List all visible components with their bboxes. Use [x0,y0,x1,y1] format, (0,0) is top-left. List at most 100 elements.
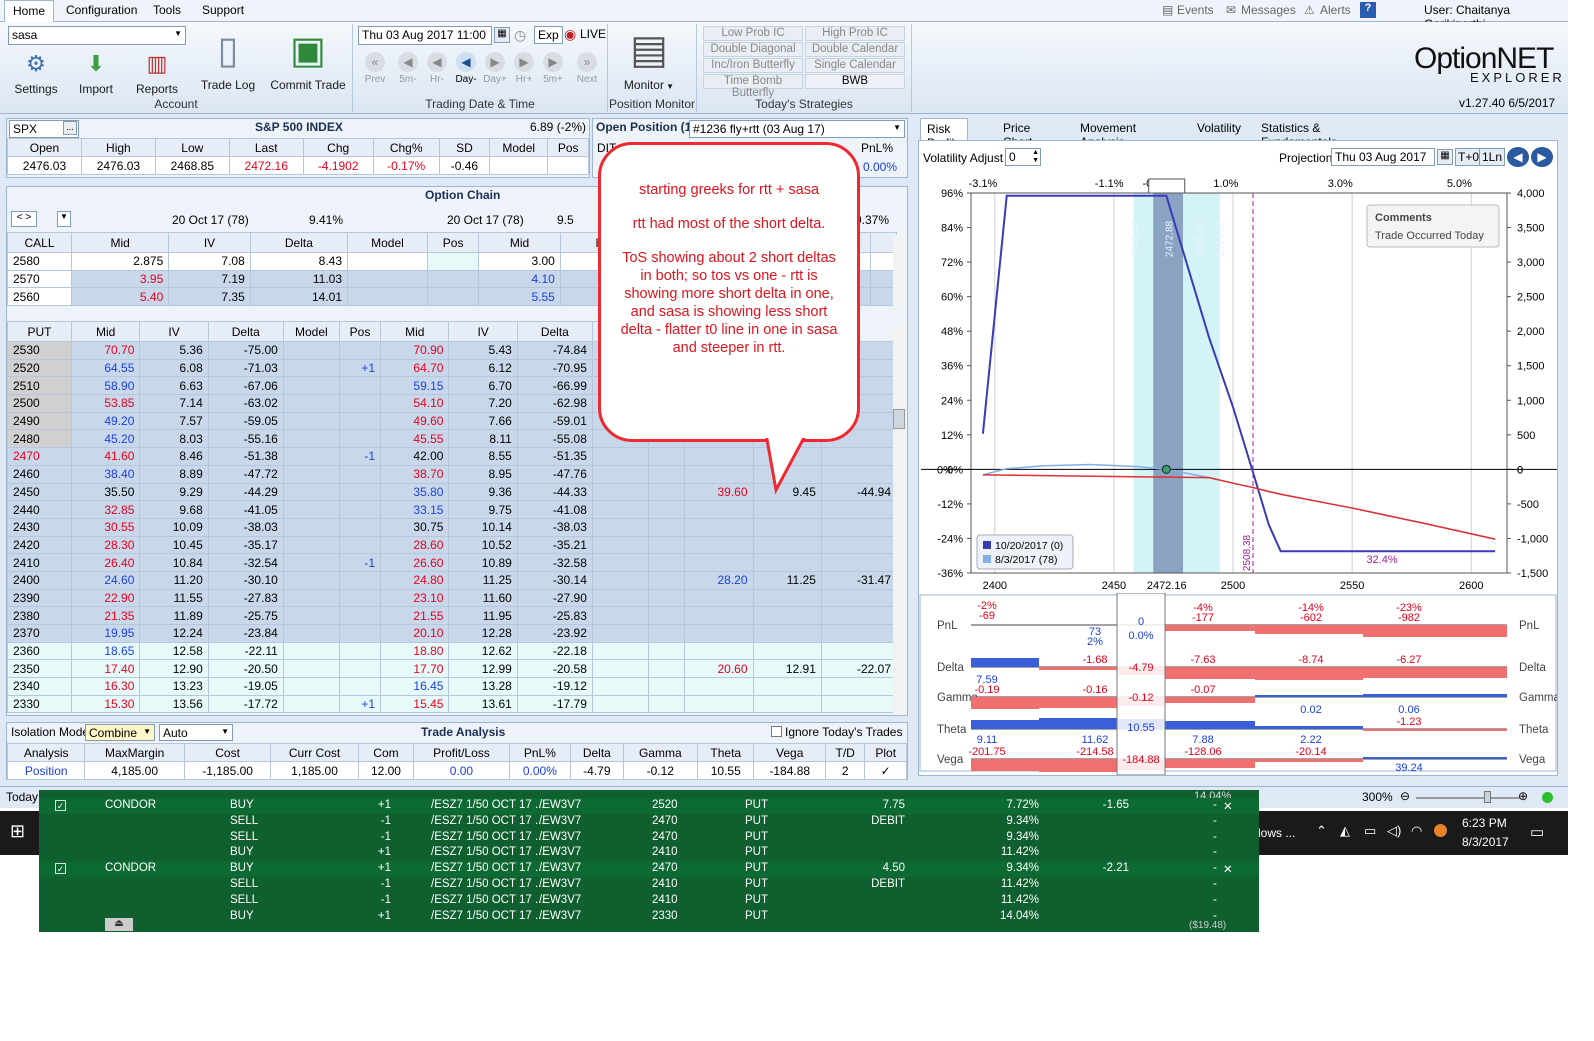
tos-row-checkbox[interactable]: ✓ [55,863,66,875]
battery-icon[interactable]: ▭ [1364,823,1376,839]
alerts-icon[interactable]: ⚠ [1304,3,1315,17]
exp-button[interactable]: Exp [534,26,563,44]
calendar-icon[interactable]: ▦ [494,27,510,43]
chain-nav-arrows[interactable]: < > [11,211,37,227]
tos-order-row[interactable]: SELL -1/ESZ7 1/50 OCT 17 .../EW3V7 2410 PUT… [39,877,1259,893]
menu-events[interactable]: Events [1177,3,1214,17]
auto-select[interactable]: Auto ▼ [159,724,233,741]
tos-order-row[interactable]: SELL -1/ESZ7 1/50 OCT 17 .../EW3V7 2470 PUT… [39,830,1259,846]
symbol-browse-button[interactable]: ... [63,121,77,135]
tos-order-row[interactable]: SELL -1/ESZ7 1/50 OCT 17 .../EW3V7 2410 PUT… [39,893,1259,909]
menu-tools[interactable]: Tools [153,3,181,17]
tab-risk-profile[interactable]: Risk Profile [920,118,969,150]
taskbar-app-label[interactable]: lows ... [1258,826,1295,840]
volatility-adjust-input[interactable]: 0 ▲ ▼ [1005,148,1041,166]
strategy-iron-butterfly[interactable]: Inc/Iron Butterfly [703,58,803,73]
prev-button[interactable]: « Prev [361,52,389,85]
projection-forward-button[interactable]: ▶ [1531,147,1553,167]
zoom-slider[interactable] [1416,797,1520,799]
put-row[interactable]: 2370 19.95 12.24 -23.84 20.10 12.28 -23.92 [7,624,898,643]
chevron-down-icon[interactable]: ▼ [57,211,71,227]
t0-button[interactable]: T+0 [1455,148,1483,166]
projection-date-input[interactable]: Thu 03 Aug 2017 [1331,148,1435,166]
put-row[interactable]: 2360 18.65 12.58 -22.11 18.80 12.62 -22.18 [7,641,898,661]
plot-checkbox[interactable]: ✓ [864,761,907,780]
zoom-out-icon[interactable]: ⊖ [1400,789,1410,803]
strategy-double-diagonal[interactable]: Double Diagonal [703,42,803,57]
menu-support[interactable]: Support [202,3,244,17]
tos-order-row[interactable]: BUY +1/ESZ7 1/50 OCT 17 .../EW3V7 2410 PUT 1… [39,845,1259,861]
trading-datetime-input[interactable]: Thu 03 Aug 2017 11:00 [358,26,492,45]
strategy-high-prob-ic[interactable]: High Prob IC [805,26,905,41]
plus-day-button[interactable]: ▶ Day+ [481,52,509,85]
minus-hr-button[interactable]: ◀ Hr- [423,52,451,85]
strategy-low-prob-ic[interactable]: Low Prob IC [703,26,803,41]
menu-configuration[interactable]: Configuration [66,3,137,17]
tos-order-row[interactable]: ✓ ✕ CONDOR BUY +1/ESZ7 1/50 OCT 17 .../EW3V7… [39,861,1259,877]
projection-back-button[interactable]: ◀ [1507,147,1529,167]
put-row[interactable]: 2420 28.30 10.45 -35.17 28.60 10.52 -35.21 [7,535,898,555]
put-row[interactable]: 2380 21.35 11.89 -25.75 21.55 11.95 -25.83 [7,606,898,625]
trade-analysis-row[interactable]: Position 4,185.00 -1,185.00 1,185.00 12.00 0.… [6,761,907,780]
import-button[interactable]: ⬇ Import [76,50,116,96]
put-row[interactable]: 2430 30.55 10.09 -38.03 30.75 10.14 -38.03 [7,517,898,537]
collapse-icon[interactable]: ⏏ [105,918,133,931]
minus-day-button[interactable]: ◀ Day- [452,52,480,85]
put-row[interactable]: 2330 15.30 13.56 -17.72 +1 15.45 13.61 -17.79 [7,694,898,714]
tos-row-checkbox[interactable]: ✓ [55,800,66,811]
spinner-icon[interactable]: ▲ ▼ [1032,149,1039,165]
tos-order-row[interactable]: ✓ ✕ CONDOR BUY +1/ESZ7 1/50 OCT 17 .../EW3V7… [39,798,1259,814]
plus-5m-button[interactable]: ▶ 5m+ [539,52,567,85]
strategy-double-calendar[interactable]: Double Calendar [805,42,905,57]
menu-messages[interactable]: Messages [1241,3,1296,17]
chevron-up-icon[interactable]: ⌃ [1316,823,1327,839]
help-icon[interactable]: ? [1360,2,1376,18]
tab-volatility[interactable]: Volatility [1191,118,1247,138]
live-button[interactable]: LIVE [580,27,606,41]
menu-home[interactable]: Home [4,0,55,22]
acrobat-icon[interactable]: ◭ [1340,823,1350,839]
minus-5m-button[interactable]: ◀ 5m- [394,52,422,85]
strategy-time-bomb-butterfly[interactable]: Time Bomb Butterfly [703,74,803,99]
commit-trade-button[interactable]: ▣ Commit Trade [270,28,346,92]
reports-button[interactable]: ▥ Reports [134,50,180,96]
tos-row-close-icon[interactable]: ✕ [1223,799,1233,813]
tos-row-close-icon[interactable]: ✕ [1223,862,1233,876]
tos-order-row[interactable]: SELL -1/ESZ7 1/50 OCT 17 .../EW3V7 2470 PUT… [39,814,1259,830]
isolation-mode-select[interactable]: Combine ▼ [85,724,155,741]
monitor-button[interactable]: ▤ Monitor ▼ [618,26,680,92]
symbol-input[interactable]: SPX... [9,120,79,138]
notifications-icon[interactable]: ▭ [1530,823,1544,841]
put-scrollbar[interactable] [893,324,905,714]
events-icon[interactable]: ▤ [1162,3,1173,17]
calendar-icon[interactable]: ▦ [1437,149,1453,165]
chrome-icon[interactable] [1434,824,1447,837]
current-price-marker[interactable] [1161,464,1171,474]
1ln-button[interactable]: 1Ln [1479,148,1506,166]
tos-order-row[interactable]: BUY +1/ESZ7 1/50 OCT 17 .../EW3V7 2330 PUT 1… [39,909,1259,925]
volume-icon[interactable]: ◁) [1387,823,1401,839]
wifi-icon[interactable]: ◠ [1411,823,1422,839]
menu-alerts[interactable]: Alerts [1320,3,1351,17]
put-row[interactable]: 2440 32.85 9.68 -41.05 33.15 9.75 -41.08 [7,500,898,519]
trade-log-button[interactable]: ▯ Trade Log [200,28,256,92]
position-select[interactable]: #1236 fly+rtt (03 Aug 17) ▼ [689,120,905,138]
put-row[interactable]: 2350 17.40 12.90 -20.50 17.70 12.99 -20.58 20.6… [7,659,898,679]
account-select[interactable]: sasa ▼ [8,26,186,45]
strategy-bwb[interactable]: BWB [805,74,905,89]
strategy-single-calendar[interactable]: Single Calendar [805,58,905,73]
messages-icon[interactable]: ✉ [1226,3,1236,17]
scrollbar-thumb[interactable] [893,409,905,429]
put-row[interactable]: 2400 24.60 11.20 -30.10 24.80 11.25 -30.14 28.2… [7,570,898,590]
risk-profile-chart[interactable]: 96% 84% 72% 60% 48% 36% 24% 12% 0% -12% -24% -36% 4,… [919,173,1557,597]
settings-button[interactable]: ⚙ Settings [12,50,60,96]
call-scrollbar[interactable] [893,235,905,309]
clock-icon[interactable]: ◷ [514,27,526,44]
zoom-slider-thumb[interactable] [1484,791,1491,803]
windows-start-icon[interactable]: ⊞ [10,821,25,842]
next-button[interactable]: » Next [573,52,601,85]
put-row[interactable]: 2390 22.90 11.55 -27.83 23.10 11.60 -27.90 [7,588,898,608]
put-row[interactable]: 2340 16.30 13.23 -19.05 16.45 13.28 -19.12 [7,677,898,696]
ignore-todays-trades-checkbox[interactable] [771,726,782,737]
plus-hr-button[interactable]: ▶ Hr+ [510,52,538,85]
